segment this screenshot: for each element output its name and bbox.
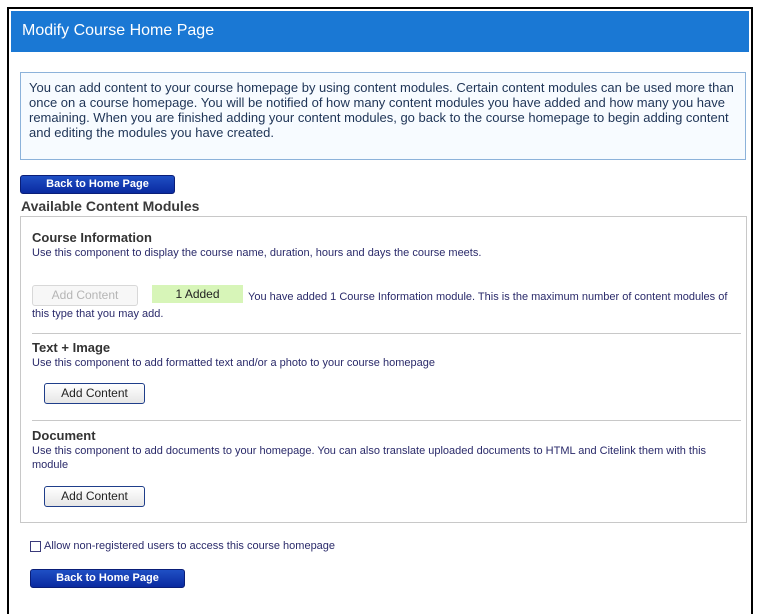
page-title: Modify Course Home Page [11,11,749,52]
page-frame: Modify Course Home Page You can add cont… [7,7,753,614]
add-content-button-document[interactable]: Add Content [44,486,145,507]
section-title: Available Content Modules [21,198,200,214]
module-title-course-information: Course Information [32,230,152,245]
intro-info-box: You can add content to your course homep… [20,72,746,160]
add-content-button-text-image[interactable]: Add Content [44,383,145,404]
back-to-home-button-bottom[interactable]: Back to Home Page [30,569,185,588]
allow-non-registered-label[interactable]: Allow non-registered users to access thi… [44,540,335,552]
added-limit-message: You have added 1 Course Information modu… [32,291,728,320]
allow-non-registered-row: Allow non-registered users to access thi… [30,540,335,552]
back-to-home-button-top[interactable]: Back to Home Page [20,175,175,194]
module-title-document: Document [32,428,96,443]
module-description-course-information: Use this component to display the course… [32,247,482,259]
module-description-document: Use this component to add documents to y… [32,445,707,471]
allow-non-registered-checkbox[interactable] [30,540,41,552]
content-modules-panel: Course Information Use this component to… [20,216,747,523]
module-divider [32,333,741,334]
module-title-text-image: Text + Image [32,340,111,355]
module-divider [32,420,741,421]
module-description-text-image: Use this component to add formatted text… [32,357,435,369]
